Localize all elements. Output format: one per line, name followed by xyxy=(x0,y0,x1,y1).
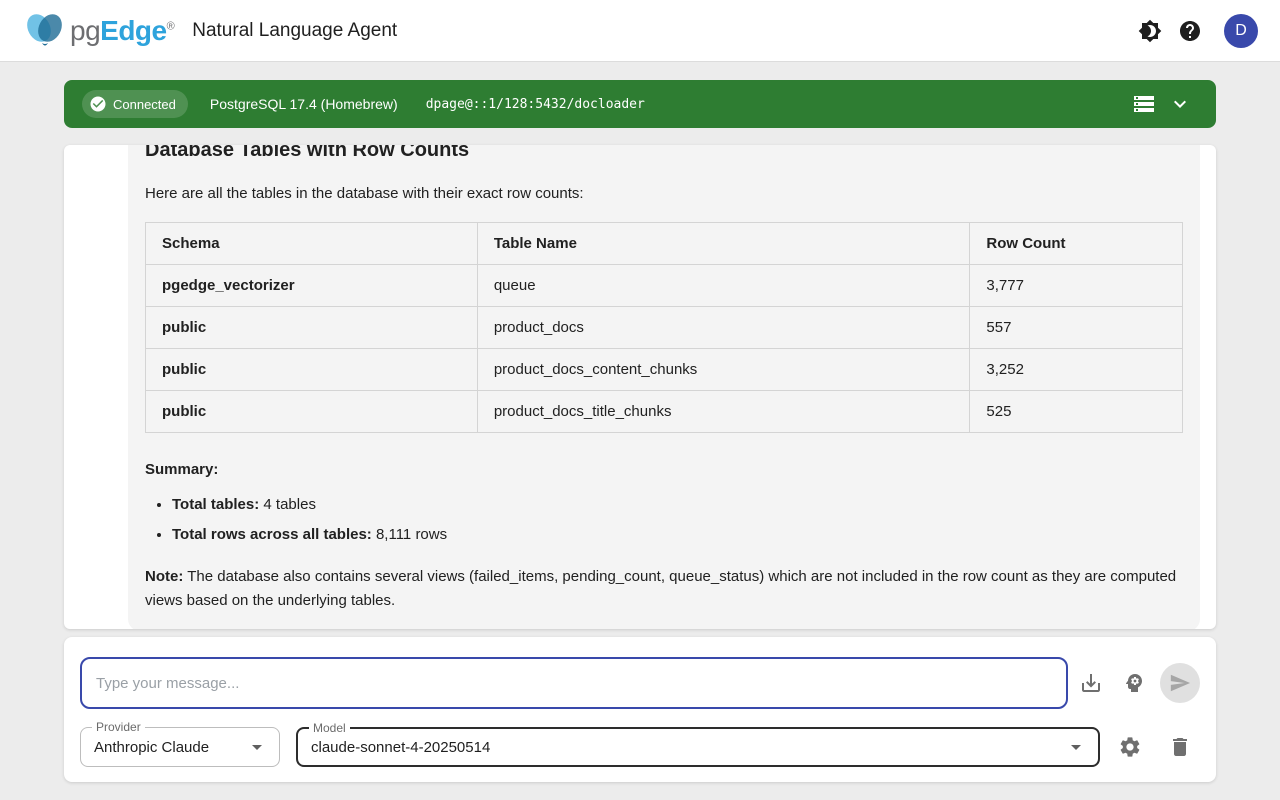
column-header-schema: Schema xyxy=(146,222,478,264)
storage-list-icon xyxy=(1132,92,1156,116)
model-select-label: Model xyxy=(309,721,350,735)
row-count-cell: 3,252 xyxy=(970,348,1183,390)
summary-item-label: Total rows across all tables: xyxy=(172,526,372,543)
schema-cell: pgedge_vectorizer xyxy=(146,264,478,306)
column-header-row-count: Row Count xyxy=(970,222,1183,264)
summary-list: Total tables: 4 tables Total rows across… xyxy=(172,495,1183,545)
send-button[interactable] xyxy=(1160,663,1200,703)
trash-icon xyxy=(1168,735,1192,759)
model-select-value: claude-sonnet-4-20250514 xyxy=(311,739,490,756)
table-name-cell: queue xyxy=(477,264,970,306)
table-row: public product_docs 557 xyxy=(146,306,1183,348)
app-header: pgEdge® Natural Language Agent D xyxy=(0,0,1280,62)
note-text: The database also contains several views… xyxy=(145,568,1176,609)
provider-select[interactable]: Provider Anthropic Claude xyxy=(80,727,280,767)
connection-status-label: Connected xyxy=(113,97,176,112)
summary-item-value: 8,111 rows xyxy=(372,526,447,543)
row-count-cell: 525 xyxy=(970,390,1183,432)
message-intro: Here are all the tables in the database … xyxy=(145,183,1183,205)
list-item: Total rows across all tables: 8,111 rows xyxy=(172,525,1183,545)
schema-cell: public xyxy=(146,390,478,432)
server-version-label: PostgreSQL 17.4 (Homebrew) xyxy=(210,96,398,112)
row-counts-table: Schema Table Name Row Count pgedge_vecto… xyxy=(145,222,1183,433)
pgedge-logo-text: pgEdge® xyxy=(70,15,174,47)
send-icon xyxy=(1169,672,1191,694)
note-label: Note: xyxy=(145,568,183,585)
column-header-table-name: Table Name xyxy=(477,222,970,264)
connection-list-button[interactable] xyxy=(1126,86,1162,122)
table-name-cell: product_docs_title_chunks xyxy=(477,390,970,432)
page-title: Natural Language Agent xyxy=(192,20,397,42)
reasoning-button[interactable] xyxy=(1114,663,1154,703)
dropdown-arrow-icon xyxy=(1064,735,1088,759)
note-paragraph: Note: The database also contains several… xyxy=(145,565,1183,613)
chat-scroll-area[interactable]: Database Tables with Row Counts Here are… xyxy=(64,145,1216,629)
connection-string: dpage@::1/128:5432/docloader xyxy=(426,97,645,112)
table-name-cell: product_docs xyxy=(477,306,970,348)
help-icon xyxy=(1178,19,1202,43)
dropdown-arrow-icon xyxy=(245,735,269,759)
message-heading: Database Tables with Row Counts xyxy=(145,145,1183,164)
row-count-cell: 3,777 xyxy=(970,264,1183,306)
message-input[interactable] xyxy=(80,657,1068,709)
provider-select-label: Provider xyxy=(92,720,145,734)
download-button[interactable] xyxy=(1071,663,1111,703)
help-button[interactable] xyxy=(1170,11,1210,51)
schema-cell: public xyxy=(146,306,478,348)
row-count-cell: 557 xyxy=(970,306,1183,348)
assistant-message: Database Tables with Row Counts Here are… xyxy=(128,145,1200,629)
composer-panel: Provider Anthropic Claude Model claude-s… xyxy=(64,637,1216,782)
provider-select-value: Anthropic Claude xyxy=(94,739,209,756)
pgedge-heart-icon xyxy=(22,10,68,52)
summary-item-value: 4 tables xyxy=(259,496,316,513)
clear-chat-button[interactable] xyxy=(1160,727,1200,767)
download-icon xyxy=(1079,671,1103,695)
table-name-cell: product_docs_content_chunks xyxy=(477,348,970,390)
user-avatar[interactable]: D xyxy=(1224,14,1258,48)
settings-button[interactable] xyxy=(1110,727,1150,767)
psychology-icon xyxy=(1122,671,1146,695)
table-header-row: Schema Table Name Row Count xyxy=(146,222,1183,264)
chevron-down-icon xyxy=(1168,92,1192,116)
check-circle-icon xyxy=(89,95,107,113)
collapse-connection-button[interactable] xyxy=(1162,86,1198,122)
pgedge-logo[interactable]: pgEdge® xyxy=(22,10,174,52)
list-item: Total tables: 4 tables xyxy=(172,495,1183,515)
gear-icon xyxy=(1118,735,1142,759)
connection-bar: Connected PostgreSQL 17.4 (Homebrew) dpa… xyxy=(64,80,1216,128)
schema-cell: public xyxy=(146,348,478,390)
summary-item-label: Total tables: xyxy=(172,496,259,513)
theme-toggle-button[interactable] xyxy=(1130,11,1170,51)
connection-status-badge: Connected xyxy=(82,90,188,118)
brightness-icon xyxy=(1138,19,1162,43)
table-row: public product_docs_content_chunks 3,252 xyxy=(146,348,1183,390)
table-row: pgedge_vectorizer queue 3,777 xyxy=(146,264,1183,306)
summary-heading: Summary: xyxy=(145,459,1183,481)
model-select[interactable]: Model claude-sonnet-4-20250514 xyxy=(296,727,1100,767)
table-row: public product_docs_title_chunks 525 xyxy=(146,390,1183,432)
